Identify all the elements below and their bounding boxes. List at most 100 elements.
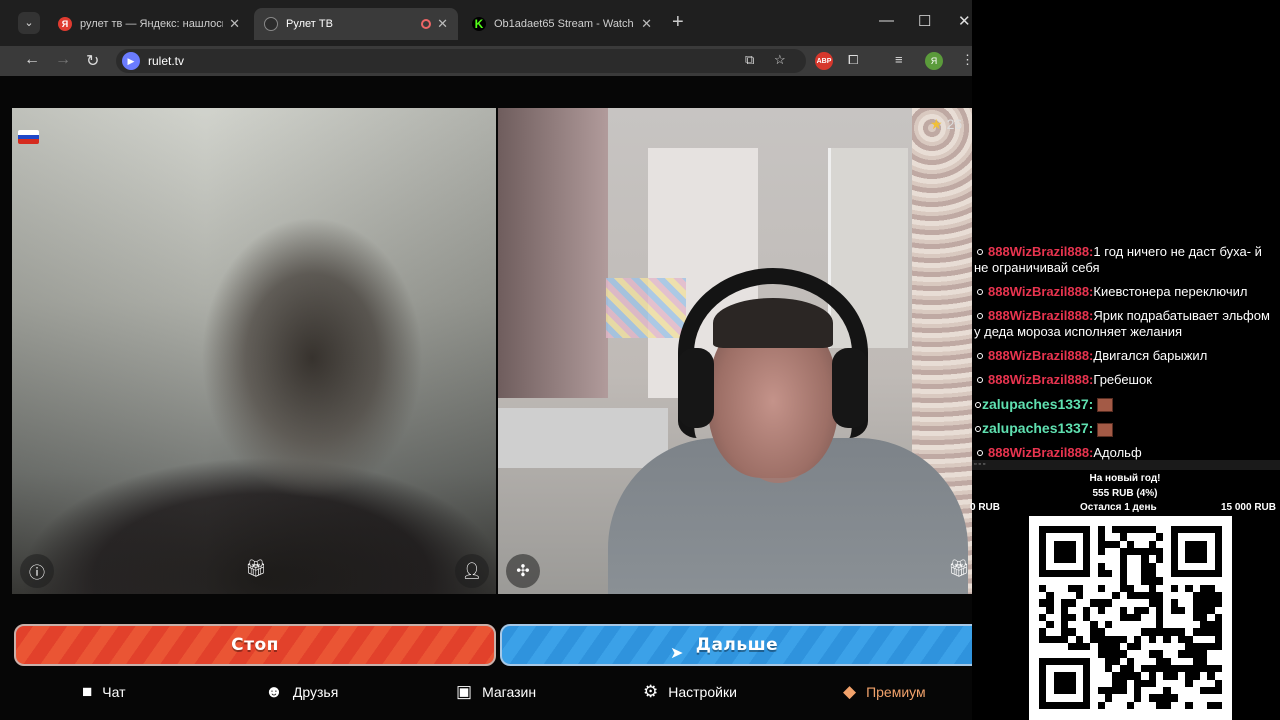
video-bg-wall [498, 108, 608, 398]
badge-dot [977, 449, 983, 456]
chat-username: 888WizBrazil888: [988, 372, 1094, 387]
chat-username: 888WizBrazil888: [988, 348, 1094, 363]
tab-rulet-tv[interactable]: Рулет ТВ ✕ [254, 8, 458, 40]
goal-amount: 555 RUB (4%) [1092, 488, 1158, 499]
bookmark-star-icon[interactable]: ☆ [774, 52, 786, 68]
headphone-cup-right [832, 348, 868, 428]
browser-menu-icon[interactable]: ⋮ [961, 52, 972, 68]
tab-title: Ob1adaet65 Stream - Watch Li [494, 18, 636, 30]
badge-dot [975, 426, 981, 433]
chat-text: Киевстонера переключил [1093, 284, 1248, 299]
chat-text: Двигался барыжил [1093, 348, 1208, 363]
chat-message: 888WizBrazil888:Ярик подрабатывает эльфо… [972, 306, 1280, 342]
tab-strip: ⌄ Я рулет тв — Яндекс: нашлось 7 ✕ Рулет… [0, 0, 972, 46]
profile-avatar[interactable]: Я [925, 52, 943, 70]
video-bg-fridge [606, 278, 686, 338]
chat-message: zalupaches1337: [972, 418, 1280, 438]
chat-icon: ■ [82, 682, 93, 701]
bottom-nav: ■ Чат ☻ Друзья ▣ Магазин ⚙ Настройки ◆ П… [0, 672, 972, 716]
chat-message: zalupaches1337: [972, 394, 1280, 414]
badge-dot [977, 377, 983, 383]
tab-title: Рулет ТВ [286, 18, 333, 30]
goal-target: 15 000 RUB [1220, 502, 1276, 513]
gift-icon[interactable]: 🎁︎ [948, 559, 970, 579]
close-tab-icon[interactable]: ✕ [437, 16, 448, 32]
rating-badge: ★ 26 [930, 116, 962, 133]
url-text: rulet.tv [148, 54, 185, 68]
close-window-icon[interactable]: ✕ [958, 12, 971, 30]
site-info-icon[interactable]: ▶ [122, 52, 140, 70]
nav-premium[interactable]: ◆ Премиум [843, 682, 926, 702]
yandex-favicon-icon: Я [58, 17, 72, 31]
chat-message: 888WizBrazil888:1 год ничего не даст бух… [972, 242, 1280, 278]
tab-kick-stream[interactable]: K Ob1adaet65 Stream - Watch Li ✕ [462, 8, 662, 40]
chat-username: 888WizBrazil888: [988, 244, 1094, 259]
stop-button[interactable]: Стоп [14, 624, 496, 666]
tab-title: рулет тв — Яндекс: нашлось 7 [80, 18, 224, 30]
reload-icon[interactable]: ↻ [86, 51, 99, 71]
emote-icon [1097, 398, 1114, 413]
close-tab-icon[interactable]: ✕ [641, 16, 652, 32]
mouse-cursor-icon: ➤ [670, 645, 684, 662]
forward-arrow-icon[interactable]: → [55, 51, 71, 69]
adblock-plus-icon[interactable]: ABP [815, 52, 833, 70]
rulet-favicon-icon [264, 17, 278, 31]
nav-settings[interactable]: ⚙ Настройки [643, 682, 737, 702]
nav-chat[interactable]: ■ Чат [82, 682, 126, 702]
chat-username: 888WizBrazil888: [988, 284, 1094, 299]
minimize-icon[interactable]: — [879, 12, 894, 29]
media-control-icon[interactable]: ≡ [895, 52, 903, 67]
rulet-page: ⓘ 🎁︎ 👤︎ ★ 26 ✣ 🎁︎ Стоп Дальше ➤ ■ Чат ☻ … [0, 76, 972, 720]
partner-profile-icon[interactable]: 👤︎ [455, 554, 489, 588]
maximize-icon[interactable]: ☐ [918, 12, 931, 30]
nav-label: Магазин [482, 684, 537, 700]
emote-icon [1097, 422, 1114, 437]
stream-chat: 888WizBrazil888:1 год ничего не даст бух… [972, 242, 1280, 463]
browser-toolbar: ← → ↻ ▶ rulet.tv ⧉ ☆ ABP ⧠ ≡ Я ⋮ [0, 46, 972, 76]
chat-username: 888WizBrazil888: [988, 308, 1094, 323]
close-tab-icon[interactable]: ✕ [229, 16, 240, 32]
back-arrow-icon[interactable]: ← [24, 51, 40, 69]
chat-text: Гребешок [1093, 372, 1152, 387]
friends-icon: ☻ [265, 682, 283, 701]
goal-title: На новый год! [1089, 473, 1161, 484]
goal-start: 0 RUB [970, 502, 1001, 513]
chat-username: zalupaches1337: [982, 396, 1094, 412]
effects-icon[interactable]: ✣ [506, 554, 540, 588]
stream-overlay: 888WizBrazil888:1 год ничего не даст бух… [970, 0, 1280, 720]
recording-icon [421, 19, 432, 29]
nav-label: Чат [102, 684, 126, 700]
gift-icon[interactable]: 🎁︎ [245, 559, 267, 579]
qr-code-pattern [1039, 526, 1222, 709]
nav-shop[interactable]: ▣ Магазин [456, 682, 536, 702]
chat-username: 888WizBrazil888: [988, 444, 1094, 460]
address-bar[interactable]: ▶ rulet.tv [116, 49, 806, 73]
shop-icon: ▣ [456, 682, 473, 701]
donation-qr-code [1029, 516, 1232, 720]
chat-message: 888WizBrazil888:Двигался барыжил [972, 346, 1280, 366]
chat-text: Адольф [1093, 444, 1142, 460]
extensions-puzzle-icon[interactable]: ⧠ [848, 52, 858, 68]
install-app-icon[interactable]: ⧉ [745, 52, 754, 68]
kick-favicon-icon: K [472, 17, 486, 31]
nav-friends[interactable]: ☻ Друзья [265, 682, 338, 702]
own-video: ★ 26 ✣ 🎁︎ [498, 108, 972, 594]
headphone-cup-left [678, 348, 714, 428]
settings-icon: ⚙ [643, 682, 659, 701]
russia-flag-icon [18, 130, 39, 144]
tab-yandex-search[interactable]: Я рулет тв — Яндекс: нашлось 7 ✕ [48, 8, 250, 40]
report-alert-icon[interactable]: ⓘ [20, 554, 54, 588]
next-button[interactable]: Дальше [500, 624, 972, 666]
tab-search-button[interactable]: ⌄ [18, 12, 40, 34]
premium-tag-icon: ◆ [843, 682, 857, 701]
browser-window: ⌄ Я рулет тв — Яндекс: нашлось 7 ✕ Рулет… [0, 0, 972, 720]
goal-remaining: Остался 1 день [1080, 502, 1157, 513]
rating-value: 26 [946, 116, 963, 132]
badge-dot [977, 313, 983, 319]
badge-dot [977, 353, 983, 359]
chat-message: 888WizBrazil888:Гребешок [972, 370, 1280, 390]
partner-video-blurred: ⓘ 🎁︎ 👤︎ [12, 108, 496, 594]
new-tab-icon[interactable]: + [672, 11, 684, 34]
chat-username: zalupaches1337: [982, 420, 1094, 437]
badge-dot [977, 289, 983, 295]
